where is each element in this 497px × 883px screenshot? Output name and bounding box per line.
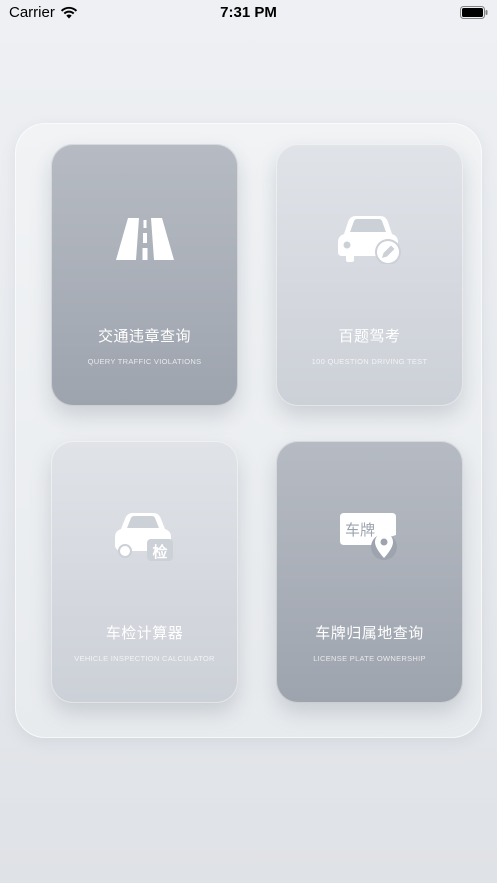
driving-test-card[interactable]: 百题驾考 100 QUESTION DRIVING TEST	[276, 144, 463, 406]
inspection-calculator-card[interactable]: 检 车检计算器 VEHICLE INSPECTION CALCULATOR	[51, 441, 238, 703]
card-title: 车牌归属地查询	[315, 624, 424, 642]
car-inspection-icon: 检	[114, 513, 173, 561]
card-subtitle: 100 QUESTION DRIVING TEST	[311, 357, 428, 366]
car-pencil-icon	[337, 216, 401, 264]
status-bar: Carrier 7:31 PM	[0, 0, 497, 28]
license-plate-card[interactable]: 车牌 车牌归属地查询 LICENSE PLATE OWNERSHIP	[276, 441, 463, 703]
inspection-glyph: 检	[152, 543, 167, 561]
license-plate-location-icon: 车牌	[339, 513, 397, 560]
clock: 7:31 PM	[220, 4, 277, 21]
card-subtitle: LICENSE PLATE OWNERSHIP	[313, 654, 426, 663]
battery-icon	[460, 6, 488, 19]
card-title: 百题驾考	[338, 327, 401, 345]
card-title: 车检计算器	[105, 624, 184, 642]
card-subtitle: QUERY TRAFFIC VIOLATIONS	[87, 357, 202, 366]
traffic-violations-card[interactable]: 交通违章查询 QUERY TRAFFIC VIOLATIONS	[51, 144, 238, 406]
card-subtitle: VEHICLE INSPECTION CALCULATOR	[74, 654, 215, 663]
card-title: 交通违章查询	[97, 327, 191, 345]
plate-glyph: 车牌	[344, 521, 374, 539]
road-icon	[115, 218, 174, 260]
